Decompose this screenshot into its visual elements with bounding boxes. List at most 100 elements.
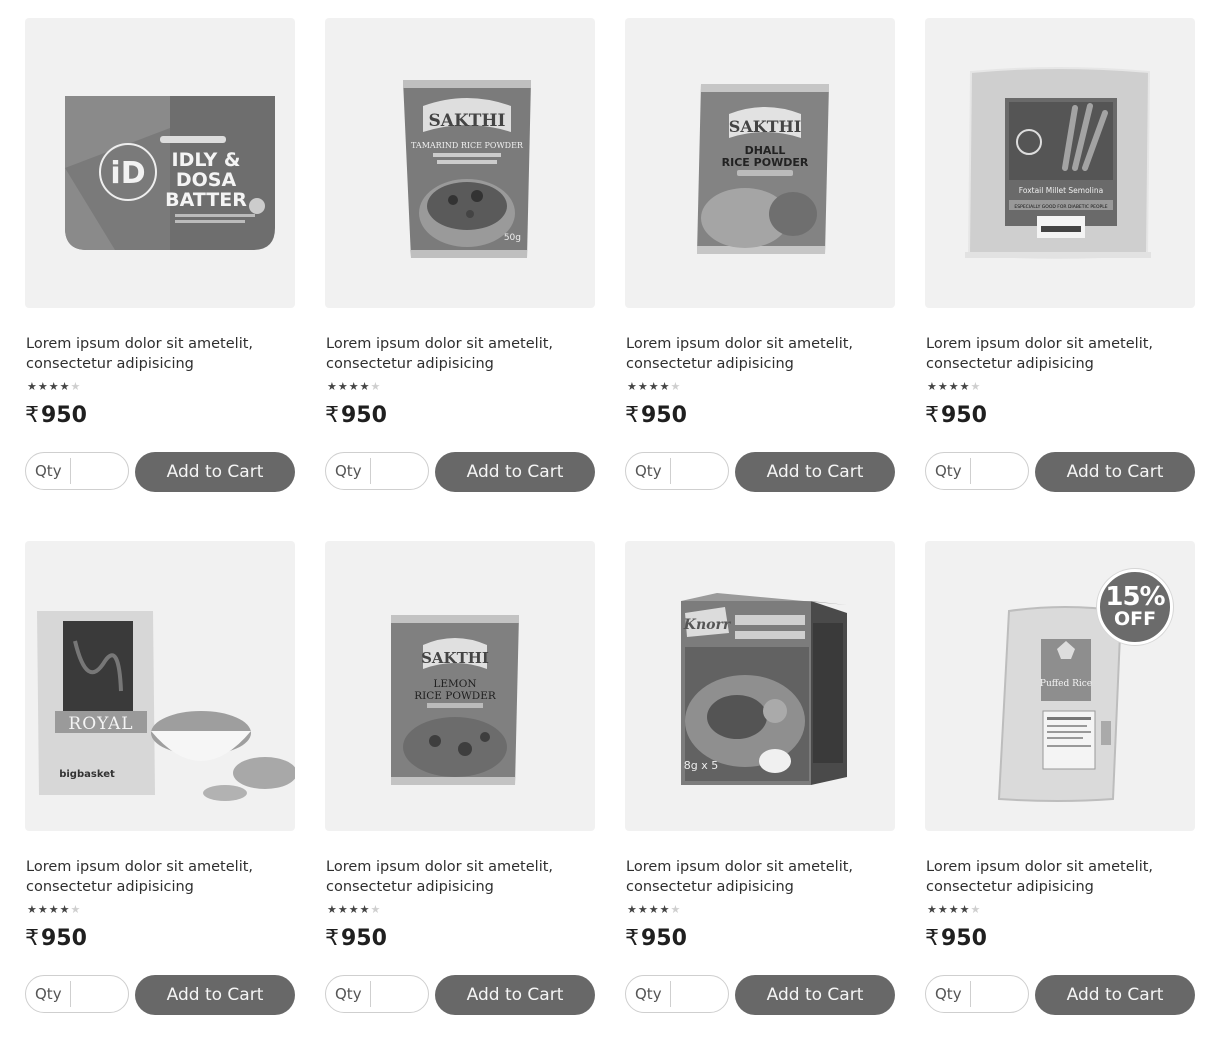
product-title[interactable]: Lorem ipsum dolor sit ametelit, consecte… xyxy=(626,857,886,897)
star-icon: ★ xyxy=(937,903,949,916)
qty-input[interactable] xyxy=(674,457,732,485)
rating-stars: ★★★★★ xyxy=(627,904,681,916)
product-image[interactable]: Puffed Rice 15% OFF xyxy=(925,541,1195,831)
add-to-cart-button[interactable]: Add to Cart xyxy=(435,975,595,1015)
product-title[interactable]: Lorem ipsum dolor sit ametelit, consecte… xyxy=(926,857,1186,897)
qty-field: Qty xyxy=(625,452,732,490)
rupee-icon: ₹ xyxy=(925,403,939,428)
product-card: SAKTHI TAMARIND RICE POWDER 50g Lorem ip… xyxy=(325,18,597,518)
star-icon: ★ xyxy=(637,380,649,393)
rating-stars: ★★★★★ xyxy=(327,904,381,916)
qty-label: Qty xyxy=(335,462,362,480)
add-to-cart-button[interactable]: Add to Cart xyxy=(735,975,895,1015)
product-title-line: Lorem ipsum dolor sit ametelit, xyxy=(326,336,554,352)
qty-input[interactable] xyxy=(74,980,132,1008)
svg-text:Knorr: Knorr xyxy=(683,617,732,633)
product-title-line: consectetur adipisicing xyxy=(26,879,194,895)
product-title-line: consectetur adipisicing xyxy=(26,356,194,372)
svg-text:bigbasket: bigbasket xyxy=(59,769,115,780)
add-to-cart-button[interactable]: Add to Cart xyxy=(135,452,295,492)
qty-divider xyxy=(70,981,71,1007)
add-to-cart-button[interactable]: Add to Cart xyxy=(435,452,595,492)
product-image-royal-lentils-bag: ROYAL bigbasket xyxy=(37,611,295,801)
star-icon: ★ xyxy=(948,380,960,393)
svg-text:IDLY &: IDLY & xyxy=(172,149,241,171)
qty-input[interactable] xyxy=(374,457,432,485)
add-to-cart-button[interactable]: Add to Cart xyxy=(1035,975,1195,1015)
svg-text:SAKTHI: SAKTHI xyxy=(729,117,801,136)
rupee-icon: ₹ xyxy=(625,926,639,951)
price-value: 950 xyxy=(641,926,687,951)
qty-label: Qty xyxy=(35,462,62,480)
product-image[interactable]: Knorr 8g x 5 xyxy=(625,541,895,831)
qty-field: Qty xyxy=(625,975,732,1013)
qty-divider xyxy=(970,458,971,484)
rating-stars: ★★★★★ xyxy=(627,381,681,393)
svg-text:SAKTHI: SAKTHI xyxy=(429,111,506,131)
qty-input[interactable] xyxy=(74,457,132,485)
product-title-line: Lorem ipsum dolor sit ametelit, xyxy=(626,859,854,875)
product-image[interactable]: ROYAL bigbasket xyxy=(25,541,295,831)
star-icon: ★ xyxy=(948,903,960,916)
star-icon: ★ xyxy=(48,903,60,916)
svg-text:RICE POWDER: RICE POWDER xyxy=(414,690,497,702)
star-icon: ★ xyxy=(348,380,360,393)
product-price: ₹950 xyxy=(325,924,387,954)
star-icon: ★ xyxy=(37,903,49,916)
star-icon: ★ xyxy=(348,903,360,916)
add-to-cart-button[interactable]: Add to Cart xyxy=(135,975,295,1015)
qty-input[interactable] xyxy=(374,980,432,1008)
product-image-foxtail-millet-semolina: Foxtail Millet Semolina ESPECIALLY GOOD … xyxy=(965,67,1151,259)
star-icon: ★ xyxy=(927,903,938,916)
qty-input[interactable] xyxy=(974,980,1032,1008)
product-title[interactable]: Lorem ipsum dolor sit ametelit, consecte… xyxy=(26,334,286,374)
product-title[interactable]: Lorem ipsum dolor sit ametelit, consecte… xyxy=(926,334,1186,374)
star-icon: ★ xyxy=(70,903,82,916)
product-image[interactable]: Foxtail Millet Semolina ESPECIALLY GOOD … xyxy=(925,18,1195,308)
rupee-icon: ₹ xyxy=(625,403,639,428)
product-title[interactable]: Lorem ipsum dolor sit ametelit, consecte… xyxy=(326,857,586,897)
product-title-line: Lorem ipsum dolor sit ametelit, xyxy=(26,336,254,352)
product-image[interactable]: SAKTHI LEMON RICE POWDER xyxy=(325,541,595,831)
qty-field: Qty xyxy=(925,975,1032,1013)
svg-text:50g: 50g xyxy=(504,233,521,243)
product-title-line: Lorem ipsum dolor sit ametelit, xyxy=(26,859,254,875)
star-icon: ★ xyxy=(659,380,671,393)
product-price: ₹950 xyxy=(25,924,87,954)
product-image[interactable]: SAKTHI TAMARIND RICE POWDER 50g xyxy=(325,18,595,308)
star-icon: ★ xyxy=(370,903,382,916)
star-icon: ★ xyxy=(627,380,638,393)
star-icon: ★ xyxy=(970,380,982,393)
price-value: 950 xyxy=(941,926,987,951)
add-to-cart-button[interactable]: Add to Cart xyxy=(1035,452,1195,492)
product-image[interactable]: iD IDLY & DOSA BATTER xyxy=(25,18,295,308)
star-icon: ★ xyxy=(637,903,649,916)
star-icon: ★ xyxy=(37,380,49,393)
product-title-line: Lorem ipsum dolor sit ametelit, xyxy=(626,336,854,352)
product-title-line: consectetur adipisicing xyxy=(326,356,494,372)
qty-input[interactable] xyxy=(674,980,732,1008)
star-icon: ★ xyxy=(327,380,338,393)
product-title[interactable]: Lorem ipsum dolor sit ametelit, consecte… xyxy=(26,857,286,897)
price-value: 950 xyxy=(41,926,87,951)
product-title[interactable]: Lorem ipsum dolor sit ametelit, consecte… xyxy=(326,334,586,374)
qty-field: Qty xyxy=(25,452,132,490)
star-icon: ★ xyxy=(327,903,338,916)
product-title-line: consectetur adipisicing xyxy=(926,356,1094,372)
product-image-sakthi-tamarind-rice-powder: SAKTHI TAMARIND RICE POWDER 50g xyxy=(403,80,531,258)
star-icon: ★ xyxy=(670,380,682,393)
rating-stars: ★★★★★ xyxy=(927,904,981,916)
product-grid: iD IDLY & DOSA BATTER Lorem ipsum dolor … xyxy=(0,0,1216,1044)
product-image-sakthi-dhall-rice-powder: SAKTHI DHALL RICE POWDER xyxy=(697,84,829,254)
price-value: 950 xyxy=(641,403,687,428)
product-title[interactable]: Lorem ipsum dolor sit ametelit, consecte… xyxy=(626,334,886,374)
qty-divider xyxy=(70,458,71,484)
rating-stars: ★★★★★ xyxy=(27,381,81,393)
rupee-icon: ₹ xyxy=(925,926,939,951)
add-to-cart-button[interactable]: Add to Cart xyxy=(735,452,895,492)
qty-input[interactable] xyxy=(974,457,1032,485)
product-title-line: consectetur adipisicing xyxy=(626,356,794,372)
rating-stars: ★★★★★ xyxy=(927,381,981,393)
product-image[interactable]: SAKTHI DHALL RICE POWDER xyxy=(625,18,895,308)
svg-text:8g x 5: 8g x 5 xyxy=(684,759,718,772)
